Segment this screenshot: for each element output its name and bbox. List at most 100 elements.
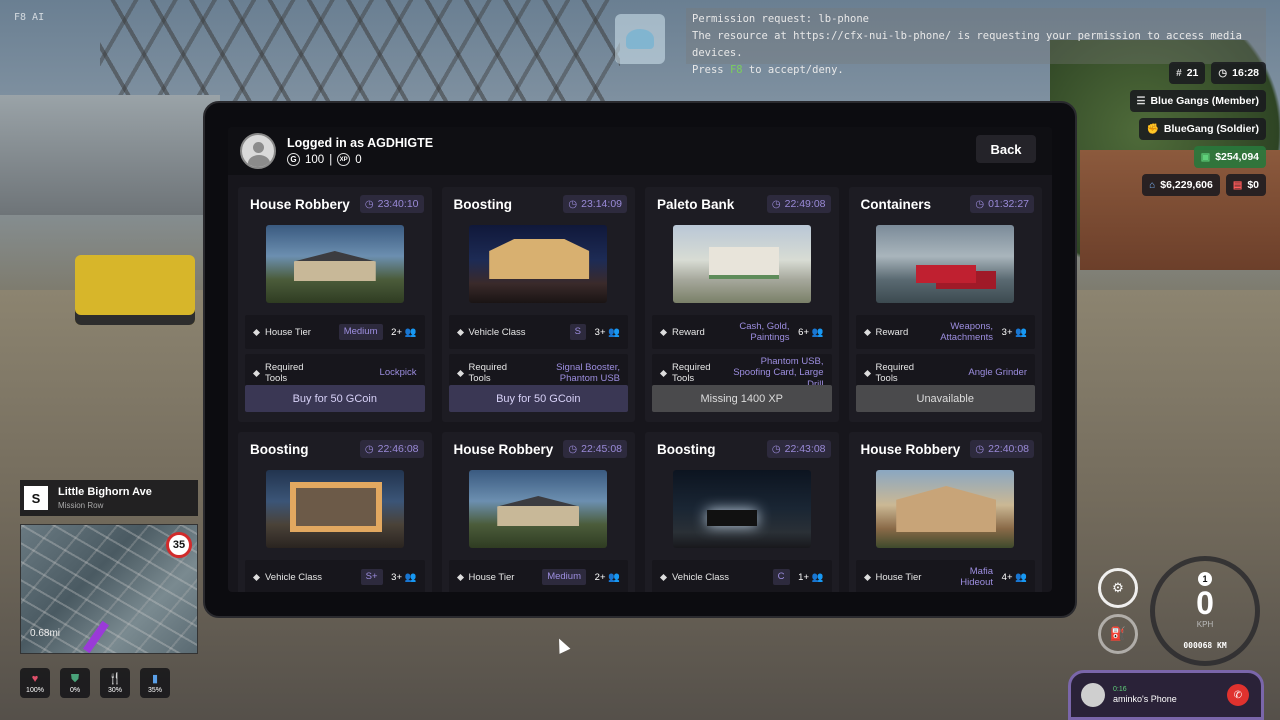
bank-chip: ⌂ $6,229,606 xyxy=(1142,174,1220,196)
bullet-icon xyxy=(456,328,464,336)
players-chip: #21 xyxy=(1169,62,1206,84)
hangup-button[interactable]: ✆ xyxy=(1227,684,1249,706)
status-heart: ♥ 100% xyxy=(20,668,50,698)
clock-chip: ◷ 16:28 xyxy=(1211,62,1266,84)
card-title: Boosting xyxy=(657,441,716,457)
row1-value: Weapons, Attachments xyxy=(940,320,993,344)
card-title: Boosting xyxy=(453,196,513,212)
card-title: House Robbery xyxy=(250,196,350,212)
cash-icon: ▣ xyxy=(1200,151,1211,163)
row1-label: Vehicle Class xyxy=(265,571,323,583)
background-bridge xyxy=(0,95,220,215)
clock-icon: ◷ xyxy=(771,198,781,210)
background-truck xyxy=(75,255,195,325)
info-row: House Tier Medium 2+ 👥 xyxy=(448,560,628,592)
row1-label: House Tier xyxy=(265,326,311,338)
corner-text: F8 AI xyxy=(14,12,45,23)
row2-label: Required Tools xyxy=(672,362,711,384)
heist-card: Paleto Bank ◷ 22:49:08 Reward Cash, Gold,… xyxy=(645,187,839,422)
bullet-icon xyxy=(863,573,871,581)
info-row: House Tier Medium 2+ 👥 xyxy=(245,315,425,349)
card-thumbnail xyxy=(672,470,811,548)
dirty-money-icon: ▤ xyxy=(1232,179,1243,191)
clock-icon: ◷ xyxy=(364,443,374,455)
phone-call-widget[interactable]: 0:16 aminko's Phone ✆ xyxy=(1068,670,1264,720)
player-count: 2+ 👥 xyxy=(594,571,620,583)
clock-icon: ◷ xyxy=(568,198,578,210)
info-row: Vehicle Class S+ 3+ 👥 xyxy=(245,560,425,592)
hud-right: #21 ◷ 16:28 ☰ Blue Gangs (Member) ✊ BlueGan… xyxy=(1129,62,1266,196)
card-timer: ◷ 01:32:27 xyxy=(970,195,1034,213)
info-row: Reward Weapons, Attachments 3+ 👥 xyxy=(855,315,1035,349)
player-count: 3+ 👥 xyxy=(1001,326,1027,338)
card-timer: ◷ 22:40:08 xyxy=(970,440,1034,458)
heart-icon: ♥ xyxy=(31,672,39,685)
water-icon: ▮ xyxy=(151,672,159,685)
bullet-icon xyxy=(252,369,261,377)
gps-distance: 0.68mi xyxy=(30,628,61,639)
users-icon: 👥 xyxy=(608,571,620,583)
tablet-screen: Logged in as AGDHIGTE G 100 | XP 0 Back … xyxy=(228,127,1052,592)
permission-request: Permission request: lb-phone The resourc… xyxy=(686,8,1266,76)
player-count: 4+ 👥 xyxy=(1001,571,1027,583)
xp-icon: XP xyxy=(337,153,351,166)
info-row: House Tier Mafia Hideout 4+ 👥 xyxy=(855,560,1035,592)
card-timer: ◷ 22:49:08 xyxy=(766,195,831,213)
status-water: ▮ 35% xyxy=(140,668,170,698)
users-icon: 👥 xyxy=(404,326,417,338)
heist-card: Boosting ◷ 22:46:08 Vehicle Class S+ 3+ 👥… xyxy=(238,432,432,592)
call-duration: 0:16 xyxy=(1113,686,1127,693)
card-timer: ◷ 22:43:08 xyxy=(766,440,831,458)
server-logo xyxy=(615,14,665,64)
player-count: 3+ 👥 xyxy=(391,571,417,583)
bullet-icon xyxy=(659,328,668,336)
disabled-button[interactable]: Unavailable xyxy=(855,385,1035,412)
status-icons: ♥ 100% ⛊ 0% 🍴 30% ▮ 35% xyxy=(20,668,170,698)
background-structure xyxy=(100,0,620,110)
bullet-icon xyxy=(659,369,668,377)
back-button[interactable]: Back xyxy=(976,135,1036,163)
row2-label: Required Tools xyxy=(875,362,915,384)
bullet-icon xyxy=(863,328,871,336)
row2-value: Lockpick xyxy=(379,367,417,379)
area-name: Mission Row xyxy=(58,501,104,510)
armor-icon: ⛊ xyxy=(70,672,80,685)
users-icon: 👥 xyxy=(404,571,417,583)
permission-title: Permission request: lb-phone xyxy=(692,13,870,25)
engine-icon: ⚙ xyxy=(1098,568,1138,608)
hash-icon: # xyxy=(1176,67,1182,79)
stats-separator: | xyxy=(329,153,333,166)
gang-icon: ☰ xyxy=(1136,95,1146,107)
bullet-icon xyxy=(863,369,871,377)
compass-direction: S xyxy=(24,486,48,510)
player-count: 6+ 👥 xyxy=(798,326,824,338)
users-icon: 👥 xyxy=(1015,326,1027,338)
card-thumbnail xyxy=(672,225,811,303)
logged-in-label: Logged in as AGDHIGTE xyxy=(287,136,434,150)
buy-button[interactable]: Buy for 50 GCoin xyxy=(245,385,425,412)
speed-unit: KPH xyxy=(1196,620,1214,629)
disabled-button[interactable]: Missing 1400 XP xyxy=(652,385,832,412)
heist-card: Boosting ◷ 22:43:08 Vehicle Class C 1+ 👥 … xyxy=(645,432,839,592)
info-row: Reward Cash, Gold, Paintings 6+ 👥 xyxy=(652,315,832,349)
bullet-icon xyxy=(659,573,668,581)
cash-chip: ▣ $254,094 xyxy=(1193,146,1266,168)
row1-value: S+ xyxy=(360,569,383,585)
avatar xyxy=(240,133,276,169)
player-count: 3+ 👥 xyxy=(594,326,620,338)
permission-body: The resource at https://cfx-nui-lb-phone… xyxy=(692,30,1242,59)
card-thumbnail xyxy=(876,225,1015,303)
row1-label: House Tier xyxy=(875,571,922,583)
card-timer: ◷ 23:40:10 xyxy=(359,195,424,213)
heist-grid: House Robbery ◷ 23:40:10 House Tier Mediu… xyxy=(228,175,1052,592)
row2-label: Required Tools xyxy=(265,362,304,384)
odometer: 000068 KM xyxy=(1183,641,1227,650)
buy-button[interactable]: Buy for 50 GCoin xyxy=(448,385,628,412)
clock-icon: ◷ xyxy=(364,198,374,210)
row1-label: Reward xyxy=(672,326,705,338)
user-stats: G 100 | XP 0 xyxy=(287,153,433,166)
users-icon: 👥 xyxy=(811,571,824,583)
caller-avatar xyxy=(1081,683,1105,707)
bank-icon: ⌂ xyxy=(1149,179,1156,191)
row1-value: S xyxy=(569,324,586,340)
